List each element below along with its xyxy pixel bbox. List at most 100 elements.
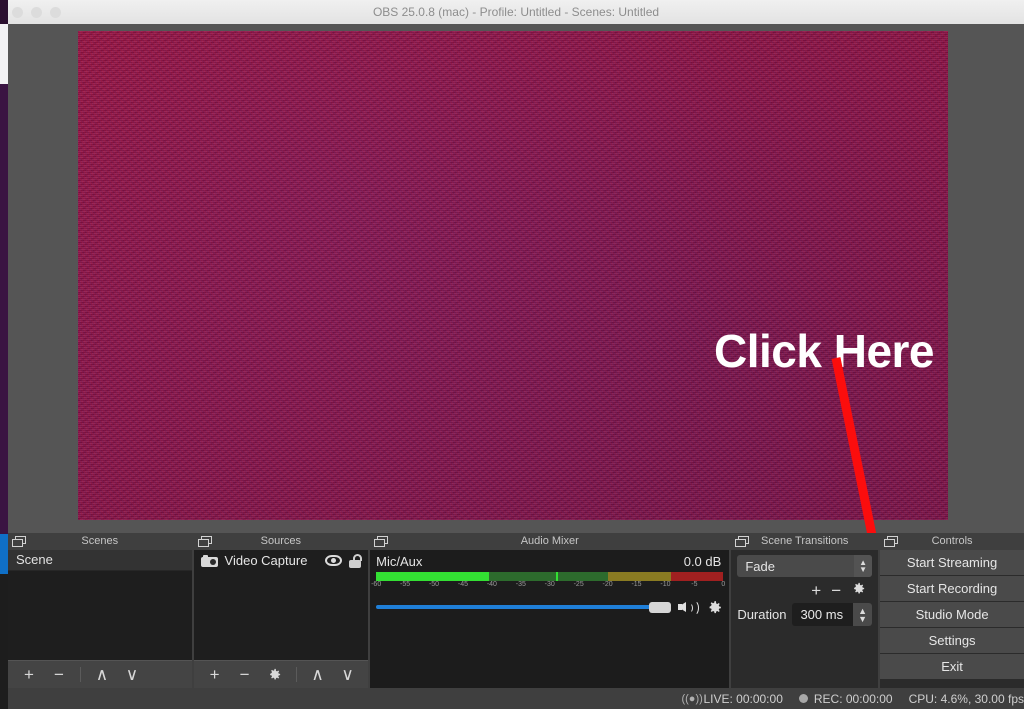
start-streaming-button[interactable]: Start Streaming [880,550,1024,575]
sources-dock: Sources Video Capture + − ∧ ∨ [191,533,369,688]
meter-tick-label: -5 [691,581,698,588]
add-scene-button[interactable]: + [14,662,44,687]
duration-value: 300 ms [800,607,844,622]
broadcast-icon: ((●)) [681,693,703,705]
float-dock-icon[interactable] [12,536,27,548]
start-recording-button[interactable]: Start Recording [880,576,1024,601]
camera-icon [200,554,218,567]
move-source-up-button[interactable]: ∧ [303,662,333,687]
rec-status-label: REC: 00:00:00 [813,691,893,706]
add-source-button[interactable]: + [200,662,230,687]
toolbar-divider [295,667,297,682]
scenes-toolbar: + − ∧ ∨ [8,660,192,688]
volume-slider-fill [376,605,661,609]
preview-area[interactable]: Click Here [8,24,1024,533]
preview-canvas[interactable] [78,31,948,520]
meter-active-level [376,572,489,581]
mixer-volume-row [370,592,729,616]
live-status: ((●)) LIVE: 00:00:00 [681,692,782,706]
meter-tick-label: -45 [457,581,468,588]
scene-list-item[interactable]: Scene [8,550,192,571]
window-titlebar: OBS 25.0.8 (mac) - Profile: Untitled - S… [8,0,1024,25]
mixer-settings-gear-icon[interactable] [706,599,723,616]
click-here-annotation: Click Here [714,325,935,377]
toolbar-divider [80,667,81,682]
transition-select-chevrons-icon[interactable]: ▲ ▼ [854,555,873,577]
controls-dock: Controls Start Streaming Start Recording… [878,533,1024,688]
transition-select[interactable]: Fade ▲ ▼ [737,555,873,577]
scenes-dock-title: Scenes [81,535,119,547]
float-dock-icon[interactable] [197,536,213,548]
duration-input[interactable]: 300 ms ▲ ▼ [792,603,873,626]
speaker-icon[interactable] [678,599,700,616]
move-source-down-button[interactable]: ∨ [333,662,363,687]
dock-row: Scenes Scene + − ∧ ∨ Sources Video Captu… [8,533,1024,688]
source-item-label: Video Capture [224,553,308,568]
duration-stepper-icon[interactable]: ▲ ▼ [853,603,873,626]
meter-tick-label: 0 [721,581,726,588]
transition-properties-gear-icon[interactable] [851,581,866,599]
transitions-dock-header: Scene Transitions [731,533,879,550]
transition-select-value: Fade [745,558,775,574]
source-list-item[interactable]: Video Capture [194,550,369,571]
meter-tick-label: -25 [573,581,584,588]
remove-source-button[interactable]: − [230,662,260,687]
controls-dock-title: Controls [931,535,973,547]
mixer-channels: Mic/Aux 0.0 dB -60 -55 -50 -45 -40 -35 -30 -25-… [370,550,730,688]
move-scene-up-button[interactable]: ∧ [87,662,117,687]
video-capture-output [78,31,948,520]
transitions-body: Fade ▲ ▼ + − Duration 300 ms ▲ ▼ [731,550,879,688]
meter-segment [671,572,724,581]
controls-buttons: Start Streaming Start Recording Studio M… [880,550,1024,688]
meter-tick-label: -15 [631,581,642,588]
exit-button[interactable]: Exit [880,654,1024,679]
source-properties-gear-icon[interactable] [260,662,290,687]
mixer-channel-name: Mic/Aux [376,554,423,569]
duration-label: Duration [737,607,787,622]
controls-dock-header: Controls [880,533,1024,550]
sources-toolbar: + − ∧ ∨ [193,660,369,688]
scenes-dock-header: Scenes [8,533,192,550]
meter-tick-label: -60 [371,581,382,588]
volume-slider[interactable] [376,598,672,616]
mixer-dock-title: Audio Mixer [520,535,579,547]
audio-mixer-dock: Audio Mixer Mic/Aux 0.0 dB -60 -55 -50 -45-… [368,533,730,688]
meter-tick-label: -55 [400,581,411,588]
transitions-dock-title: Scene Transitions [761,535,849,547]
cpu-status-label: CPU: 4.6%, 30.00 fps [908,691,1024,706]
meter-tick-label: -20 [602,581,613,588]
status-bar: ((●)) LIVE: 00:00:00 REC: 00:00:00 CPU: … [8,688,1024,709]
studio-mode-button[interactable]: Studio Mode [880,602,1024,627]
meter-magnitude-marker [555,572,558,581]
live-status-label: LIVE: 00:00:00 [703,691,783,706]
unlock-icon[interactable] [349,553,363,568]
remove-transition-button[interactable]: − [831,582,841,599]
meter-tick-label: -50 [428,581,440,588]
scenes-dock: Scenes Scene + − ∧ ∨ [8,533,192,688]
transition-duration-row: Duration 300 ms ▲ ▼ [737,603,873,626]
mixer-channel-level: 0.0 dB [683,554,722,569]
eye-icon[interactable] [325,555,343,566]
float-dock-icon[interactable] [884,536,899,548]
obs-main-window: OBS 25.0.8 (mac) - Profile: Untitled - S… [8,0,1024,709]
record-dot-icon [798,694,808,703]
audio-meter-scale: -60 -55 -50 -45 -40 -35 -30 -25 -20 -15 -10 -5 0 [371,581,726,592]
meter-segment [607,572,672,581]
scenes-list[interactable]: Scene [8,550,192,660]
meter-tick-label: -35 [515,581,526,588]
meter-tick-label: -30 [544,581,555,588]
remove-scene-button[interactable]: − [44,662,74,687]
audio-level-meter [376,572,724,581]
add-transition-button[interactable]: + [811,582,821,599]
rec-status: REC: 00:00:00 [798,691,893,706]
volume-slider-handle[interactable] [649,602,672,613]
move-scene-down-button[interactable]: ∨ [117,662,147,687]
float-dock-icon[interactable] [735,536,750,548]
float-dock-icon[interactable] [374,536,389,548]
transition-buttons-row: + − [737,577,872,603]
scene-transitions-dock: Scene Transitions Fade ▲ ▼ + − Duration … [729,533,879,688]
mixer-channel-header: Mic/Aux 0.0 dB [370,550,729,570]
meter-tick-label: -10 [660,581,671,588]
sources-list[interactable]: Video Capture [193,550,369,660]
settings-button[interactable]: Settings [880,628,1024,653]
